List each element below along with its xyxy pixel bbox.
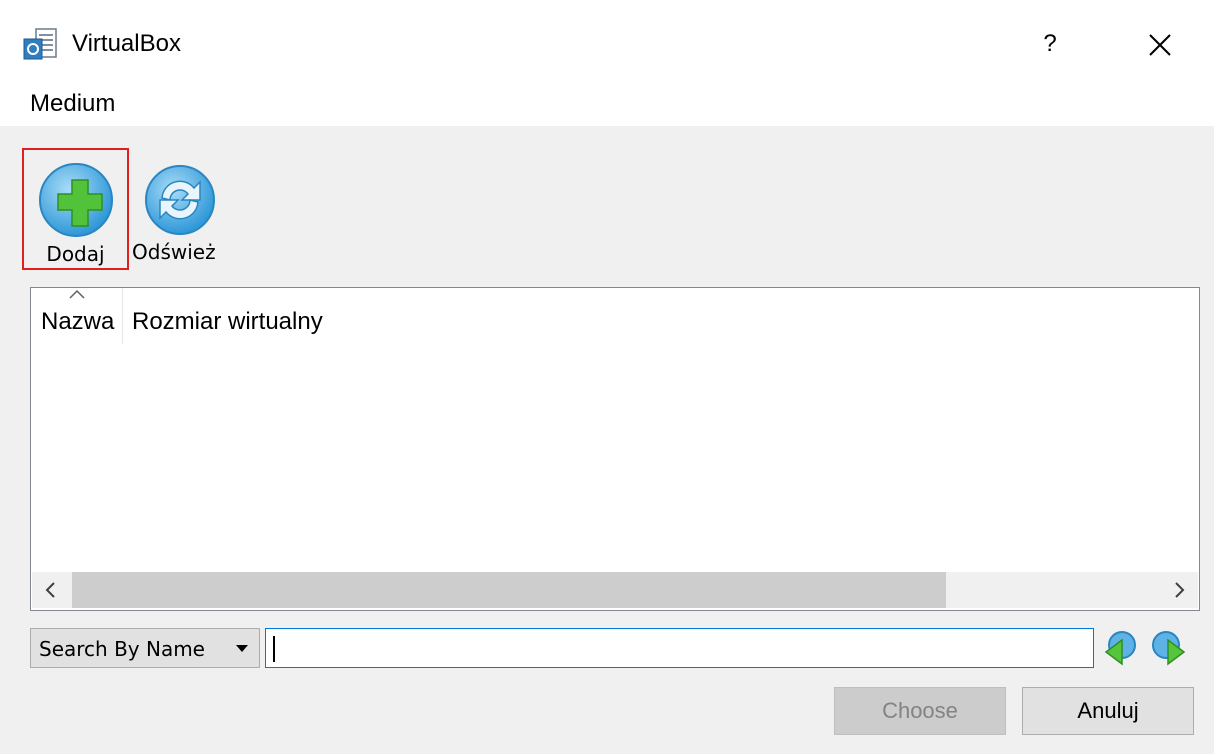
close-icon — [1149, 34, 1171, 56]
refresh-icon — [145, 165, 215, 235]
help-button[interactable]: ? — [1030, 22, 1070, 66]
scrollbar-thumb[interactable] — [72, 572, 946, 608]
search-previous-button[interactable] — [1100, 628, 1140, 668]
scroll-left-button[interactable] — [32, 572, 70, 608]
add-disk-icon — [39, 163, 113, 237]
column-header-name-label: Nazwa — [41, 308, 115, 335]
chevron-right-icon — [1175, 582, 1185, 598]
column-header-virtual-size-label: Rozmiar wirtualny — [132, 308, 323, 335]
search-next-button[interactable] — [1148, 628, 1190, 668]
search-previous-icon — [1104, 631, 1136, 666]
search-next-icon — [1152, 631, 1186, 666]
horizontal-scrollbar[interactable] — [32, 572, 1198, 608]
search-mode-value: Search By Name — [39, 637, 205, 661]
media-table[interactable]: Nazwa Rozmiar wirtualny — [30, 287, 1200, 611]
dropdown-arrow-icon — [236, 645, 248, 652]
add-button-label: Dodaj — [46, 242, 105, 266]
text-cursor — [273, 636, 275, 662]
virtualbox-app-icon — [23, 28, 57, 60]
add-button[interactable]: Dodaj — [22, 148, 129, 270]
chevron-left-icon — [45, 582, 55, 598]
search-input[interactable] — [265, 628, 1094, 668]
sort-ascending-icon — [69, 289, 85, 299]
window-title: VirtualBox — [72, 30, 181, 57]
title-bar: VirtualBox ? — [0, 0, 1214, 88]
choose-button[interactable]: Choose — [834, 687, 1006, 735]
cancel-button[interactable]: Anuluj — [1022, 687, 1194, 735]
search-mode-select[interactable]: Search By Name — [30, 628, 260, 668]
column-header-virtual-size[interactable]: Rozmiar wirtualny — [124, 288, 524, 344]
column-header-name[interactable]: Nazwa — [31, 288, 123, 344]
scroll-right-button[interactable] — [1160, 572, 1198, 608]
refresh-button-label: Odśwież — [132, 240, 216, 264]
refresh-button[interactable]: Odśwież — [132, 148, 230, 270]
close-button[interactable] — [1136, 22, 1184, 66]
dialog-caption: Medium — [30, 90, 116, 117]
